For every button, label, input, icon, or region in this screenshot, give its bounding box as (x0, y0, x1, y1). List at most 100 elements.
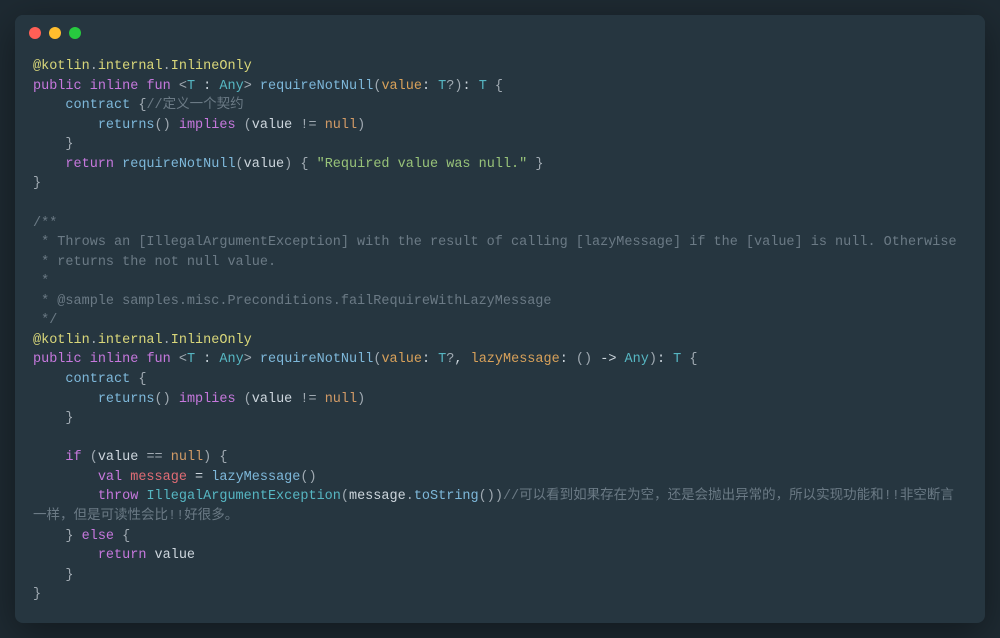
code-token: if (65, 450, 81, 465)
code-token: message (130, 470, 187, 485)
code-token: /** (33, 216, 57, 231)
minimize-icon[interactable] (49, 27, 61, 39)
code-token: val (98, 470, 122, 485)
code-token: ) (357, 392, 365, 407)
code-token: ( (244, 392, 252, 407)
code-token: T (673, 352, 681, 367)
code-token: toString (414, 489, 479, 504)
code-token: Any (219, 79, 243, 94)
code-token: contract (65, 372, 130, 387)
code-token: . (163, 333, 171, 348)
code-token: } (535, 157, 543, 172)
code-token: : (560, 352, 576, 367)
code-token: : (657, 352, 673, 367)
code-token: : (195, 79, 219, 94)
code-token: null (171, 450, 203, 465)
code-token: != (300, 392, 316, 407)
code-token: internal (98, 59, 163, 74)
code-token: value (381, 79, 422, 94)
code-token: * Throws an [IllegalArgumentException] w… (33, 235, 957, 250)
code-token: -> (592, 352, 624, 367)
code-token: * returns the not null value. (33, 255, 276, 270)
code-token: ) (284, 157, 292, 172)
zoom-icon[interactable] (69, 27, 81, 39)
code-token: value (252, 118, 301, 133)
code-token: value (98, 450, 147, 465)
code-token: throw (98, 489, 139, 504)
code-token: return (65, 157, 114, 172)
code-token: } (65, 568, 73, 583)
code-token: requireNotNull (122, 157, 235, 172)
code-token: () (576, 352, 592, 367)
code-token: T (187, 352, 195, 367)
code-token: lazyMessage (211, 470, 300, 485)
code-token: value (155, 548, 196, 563)
code-token: Any (625, 352, 649, 367)
code-token: returns (98, 118, 155, 133)
code-token: ( (236, 157, 244, 172)
code-token: value (252, 392, 301, 407)
code-token: () (155, 118, 171, 133)
code-token: ()) (479, 489, 503, 504)
code-token: { (122, 529, 130, 544)
code-token: fun (146, 352, 170, 367)
code-token: != (300, 118, 316, 133)
code-token: value (381, 352, 422, 367)
code-token: else (82, 529, 114, 544)
code-token: requireNotNull (260, 79, 373, 94)
code-token: = (187, 470, 211, 485)
code-token: < (179, 352, 187, 367)
code-token: InlineOnly (171, 59, 252, 74)
code-token: } (65, 411, 73, 426)
code-token: . (90, 59, 98, 74)
code-token: implies (179, 392, 236, 407)
code-token: * @sample samples.misc.Preconditions.fai… (33, 294, 552, 309)
window-titlebar (15, 15, 985, 47)
code-token: : (422, 79, 438, 94)
code-token: } (33, 587, 41, 602)
code-token: . (90, 333, 98, 348)
code-token: : (422, 352, 438, 367)
code-token: ) (454, 79, 462, 94)
code-token: () (155, 392, 171, 407)
code-token: lazyMessage (471, 352, 560, 367)
code-token: internal (98, 333, 163, 348)
code-token: . (163, 59, 171, 74)
code-token: @kotlin (33, 59, 90, 74)
code-token: ( (90, 450, 98, 465)
code-token: returns (98, 392, 155, 407)
code-token: public (33, 352, 82, 367)
code-token: contract (65, 98, 130, 113)
code-token: T (479, 79, 487, 94)
code-token: , (454, 352, 470, 367)
code-token: fun (146, 79, 170, 94)
code-token: //定义一个契约 (146, 98, 243, 113)
code-token: : (195, 352, 219, 367)
close-icon[interactable] (29, 27, 41, 39)
code-token: null (325, 392, 357, 407)
code-token: { (495, 79, 503, 94)
code-token: public (33, 79, 82, 94)
code-token: */ (33, 313, 57, 328)
code-token: ) (649, 352, 657, 367)
code-token: InlineOnly (171, 333, 252, 348)
code-token: == (146, 450, 162, 465)
code-token: T (187, 79, 195, 94)
code-token: ( (244, 118, 252, 133)
code-token: message (349, 489, 406, 504)
code-token: implies (179, 118, 236, 133)
code-token: inline (90, 79, 139, 94)
code-token: ( (341, 489, 349, 504)
code-token: Any (219, 352, 243, 367)
code-token: } (33, 176, 41, 191)
code-token: () (300, 470, 316, 485)
code-token: { (689, 352, 697, 367)
code-token: value (244, 157, 285, 172)
code-token: IllegalArgumentException (146, 489, 340, 504)
code-token: ) (203, 450, 211, 465)
code-token: inline (90, 352, 139, 367)
code-token: > (244, 352, 252, 367)
code-token: { (300, 157, 308, 172)
code-token: @kotlin (33, 333, 90, 348)
code-token: { (219, 450, 227, 465)
